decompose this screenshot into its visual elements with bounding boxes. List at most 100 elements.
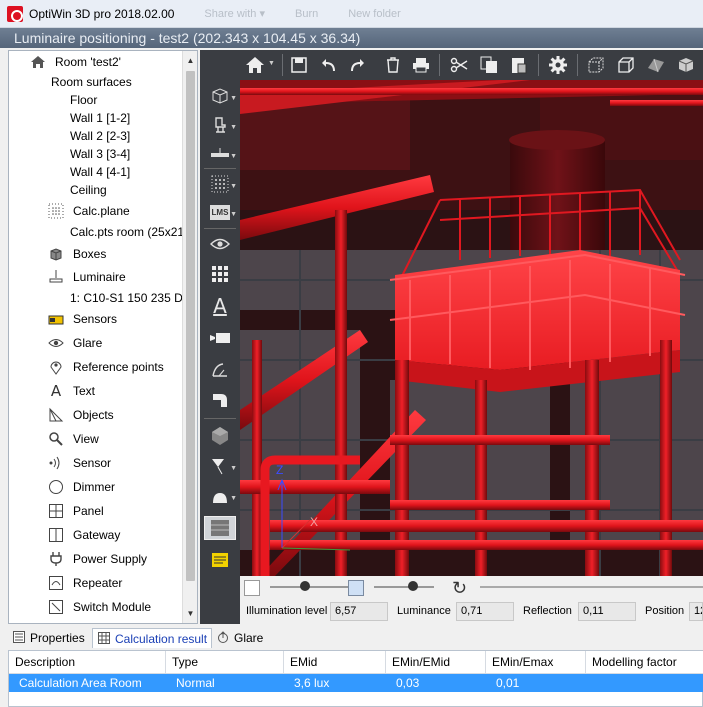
tree-item-label: 1: C10-S1 150 235 D [70, 291, 183, 305]
rotation-slider-track[interactable] [480, 586, 703, 588]
print-button[interactable] [408, 53, 434, 77]
light-distribution-tool[interactable]: ▼ [204, 484, 237, 508]
glare-tool[interactable] [204, 232, 236, 256]
cut-button[interactable] [446, 53, 472, 77]
title-bar: OptiWin 3D pro 2018.02.00 Share with ▾ B… [0, 0, 703, 28]
tree-item-wall-1[interactable]: Wall 1 [1-2] [70, 109, 130, 127]
tab-calculation-result[interactable]: Calculation result [92, 628, 212, 648]
value-readouts: Illumination level 6,57 Luminance 0,71 R… [240, 600, 703, 624]
grid-fill-tool[interactable] [204, 262, 236, 286]
table-row[interactable]: Calculation Area Room Normal 3,6 lux 0,0… [9, 674, 703, 692]
tree-item-ceiling[interactable]: Ceiling [70, 181, 107, 199]
undo-button[interactable] [316, 53, 342, 77]
column-header[interactable]: EMin/Emax [486, 651, 586, 673]
view-rendered-button[interactable] [673, 53, 699, 77]
wireframe-box-icon [588, 57, 604, 73]
tree-item-floor[interactable]: Floor [70, 91, 97, 109]
home-icon [246, 57, 264, 73]
wireframe-cube-icon [212, 88, 228, 104]
copy-button[interactable] [476, 53, 502, 77]
paste-icon [512, 58, 527, 74]
ghost-share-item: Share with ▾ [204, 8, 265, 20]
settings-button[interactable] [545, 53, 571, 77]
objects-icon [47, 406, 65, 424]
rotate-icon[interactable]: ↻ [452, 578, 474, 598]
toolbar-separator [577, 54, 578, 76]
view-wireframe-button[interactable] [583, 53, 609, 77]
save-icon [291, 57, 307, 73]
tab-glare[interactable]: Glare [212, 628, 282, 648]
column-header[interactable]: Modelling factor [586, 651, 703, 673]
tree-item-label: Wall 2 [2-3] [70, 129, 131, 143]
table-cell: 0,03 [396, 676, 420, 690]
ghost-burn-item: Burn [294, 7, 319, 20]
switch-icon [47, 598, 65, 616]
project-tree[interactable]: Room 'test2' Room surfaces Floor Wall 1 … [8, 50, 198, 624]
column-header[interactable]: EMid [284, 651, 386, 673]
toolbar-separator [439, 54, 440, 76]
tree-item-label: Panel [73, 504, 104, 518]
tree-item-label: Floor [70, 93, 98, 107]
calc-grid-icon [211, 175, 229, 193]
save-button[interactable] [286, 53, 312, 77]
scroll-down-icon[interactable]: ▼ [183, 606, 197, 621]
table-cell: Normal [176, 676, 215, 690]
tree-scrollbar[interactable]: ▲ ▼ [182, 51, 197, 623]
false-color-tool[interactable] [204, 516, 236, 540]
svg-text:Z: Z [276, 463, 283, 477]
tab-properties[interactable]: Properties [8, 628, 92, 648]
dimmer-icon [47, 478, 65, 496]
render-tool[interactable] [204, 424, 236, 448]
tree-item-label: Ceiling [70, 183, 107, 197]
3d-viewport[interactable]: Z X [240, 80, 703, 576]
paste-button[interactable] [506, 53, 532, 77]
home-button[interactable] [242, 53, 268, 77]
furniture-tool[interactable]: ▼ [204, 113, 237, 137]
reflection-value: 0,11 [578, 602, 636, 621]
render-sphere-icon [212, 427, 228, 445]
solid-box-icon [618, 57, 634, 73]
tree-item-label: Gateway [73, 528, 121, 542]
main-toolbar: ▼ [240, 50, 703, 80]
delete-button[interactable] [380, 53, 406, 77]
tree-item-room-surfaces[interactable]: Room surfaces [51, 73, 132, 91]
lms-label: LMS [209, 204, 231, 220]
tree-item-label: Room surfaces [51, 75, 132, 89]
luminaire-bar-icon [211, 148, 229, 157]
column-header[interactable]: Description [9, 651, 166, 673]
tree-item-calc-pts[interactable]: Calc.pts room (25x21 [70, 223, 184, 241]
projector-tool[interactable] [204, 326, 236, 350]
isolines-tool[interactable] [204, 548, 236, 572]
dropdown-arrow-icon: ▼ [230, 153, 237, 160]
svg-text:X: X [310, 515, 318, 529]
tree-item-wall-3[interactable]: Wall 3 [3-4] [70, 145, 130, 163]
luminance-value: 0,71 [456, 602, 514, 621]
column-header[interactable]: EMin/EMid [386, 651, 486, 673]
tree-item-wall-4[interactable]: Wall 4 [4-1] [70, 163, 130, 181]
redo-button[interactable] [344, 53, 370, 77]
text-tool[interactable]: A [204, 294, 236, 318]
contrast-slider-thumb[interactable] [408, 581, 418, 591]
shape-tool[interactable] [204, 388, 236, 412]
window-caption: Luminaire positioning - test2 (202.343 x… [0, 28, 703, 48]
column-header[interactable]: Type [166, 651, 284, 673]
tree-item-label: Sensors [73, 312, 118, 326]
tree-item-label: Reference points [73, 360, 164, 374]
tree-item-wall-2[interactable]: Wall 2 [2-3] [70, 127, 130, 145]
scroll-up-icon[interactable]: ▲ [183, 53, 197, 68]
brightness-slider-thumb[interactable] [300, 581, 310, 591]
isolines-icon [212, 553, 228, 567]
scroll-thumb[interactable] [186, 71, 195, 581]
tree-item-luminaire-1[interactable]: 1: C10-S1 150 235 D [70, 289, 183, 307]
wireframe-cube-tool[interactable]: ▼ [204, 84, 237, 108]
luminaire-tool[interactable]: ▼ [204, 142, 237, 166]
light-direction-tool[interactable]: ▼ [204, 454, 237, 478]
lms-tool[interactable]: LMS ▼ [204, 200, 237, 224]
brightness-slider-track[interactable] [270, 586, 350, 588]
grid-fill-icon [212, 266, 228, 282]
angle-tool[interactable] [204, 358, 236, 382]
view-solid-button[interactable] [613, 53, 639, 77]
contrast-slider-track[interactable] [374, 586, 434, 588]
calc-grid-tool[interactable]: ▼ [204, 172, 237, 196]
view-shaded-button[interactable] [643, 53, 669, 77]
